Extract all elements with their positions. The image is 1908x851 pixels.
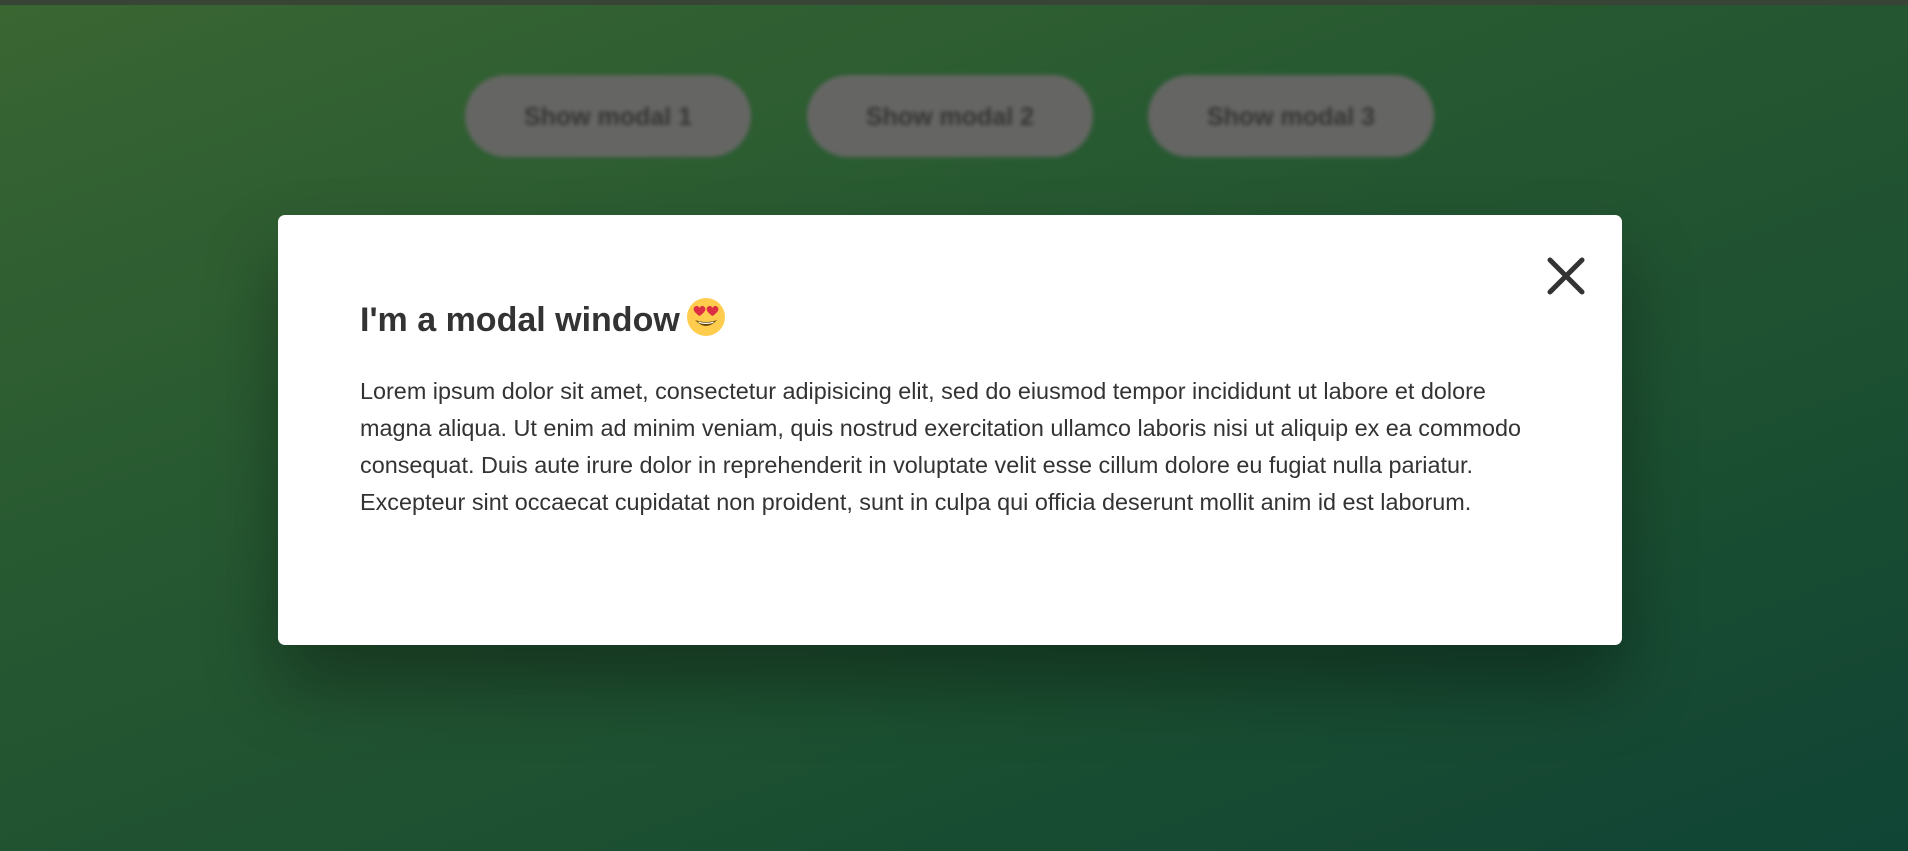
modal-title-text: I'm a modal window xyxy=(360,301,680,339)
page: Show modal 1 Show modal 2 Show modal 3 I… xyxy=(0,0,1908,851)
modal-title: I'm a modal window xyxy=(360,297,1540,340)
modal-window: I'm a modal window Lorem ipsum dolor sit… xyxy=(278,215,1622,645)
heart-eyes-emoji-icon xyxy=(686,297,726,337)
close-icon xyxy=(1547,257,1585,295)
close-modal-button[interactable] xyxy=(1530,245,1590,305)
modal-body-text: Lorem ipsum dolor sit amet, consectetur … xyxy=(360,378,1522,515)
